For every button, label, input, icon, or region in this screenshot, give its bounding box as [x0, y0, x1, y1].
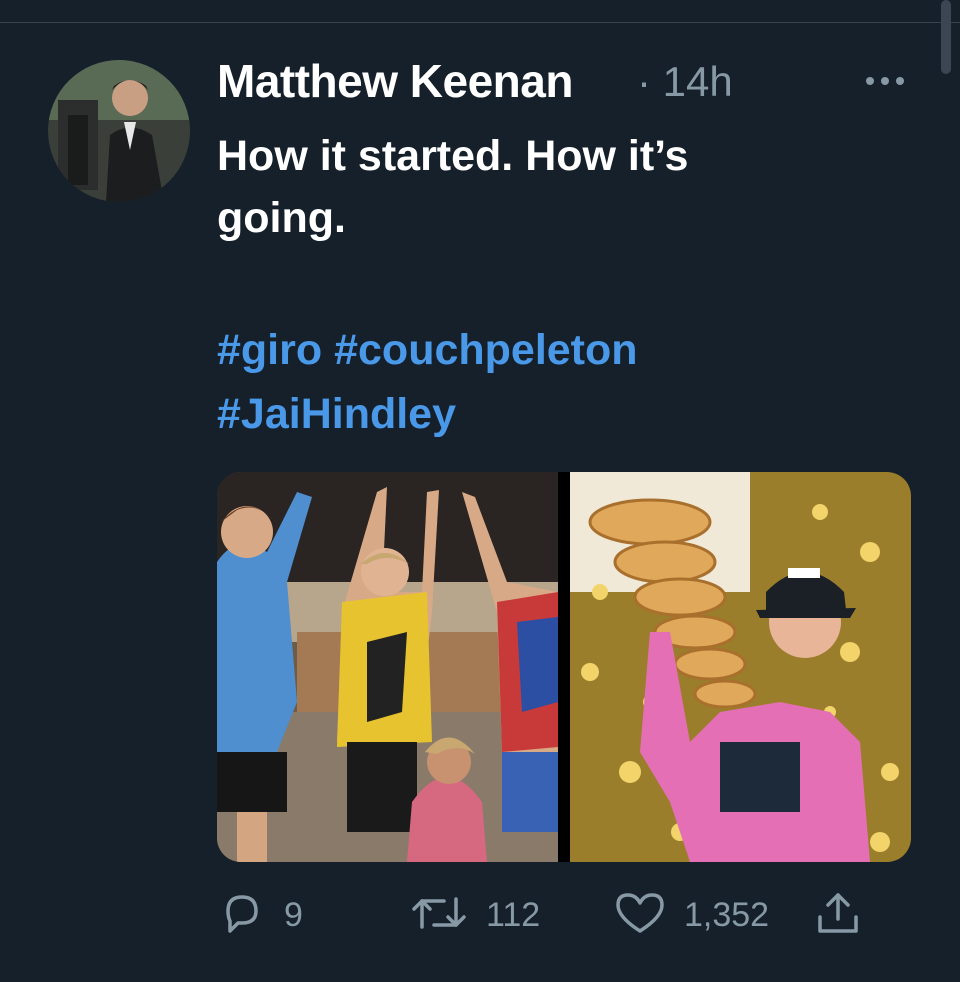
like-count: 1,352	[684, 895, 770, 934]
hashtag-giro[interactable]: #giro	[217, 326, 322, 374]
like-button[interactable]: 1,352	[614, 880, 769, 950]
author-name[interactable]: Matthew Keenan	[217, 54, 573, 108]
tweet-text-line-2: going.	[217, 194, 346, 242]
more-options-icon[interactable]	[860, 66, 910, 96]
avatar[interactable]	[48, 60, 190, 202]
photo-rider-trophy[interactable]	[570, 472, 911, 862]
reply-count: 9	[284, 895, 303, 934]
tweet-text: How it started. How it’s going.	[217, 125, 857, 249]
photo-kids-podium[interactable]	[217, 472, 558, 862]
hashtag-couchpeleton[interactable]: #couchpeleton	[334, 326, 637, 374]
top-divider	[0, 0, 960, 23]
reply-icon	[218, 889, 266, 942]
timestamp[interactable]: 14h	[663, 58, 733, 105]
media-grid	[217, 472, 911, 862]
share-button[interactable]	[814, 880, 862, 950]
reply-button[interactable]: 9	[218, 880, 303, 950]
retweet-icon	[410, 889, 468, 942]
heart-icon	[614, 889, 666, 942]
tweet-actions: 9 112 1,352	[0, 880, 960, 950]
retweet-button[interactable]: 112	[410, 880, 540, 950]
hashtag-jaihindley[interactable]: #JaiHindley	[217, 390, 456, 438]
tweet-text-line-1: How it started. How it’s	[217, 132, 689, 180]
hashtags: #giro #couchpeleton #JaiHindley	[217, 318, 857, 446]
retweet-count: 112	[486, 895, 541, 934]
scrollbar[interactable]	[941, 0, 951, 74]
tweet-meta: · 14h	[637, 58, 733, 106]
meta-separator: ·	[637, 58, 651, 105]
share-icon	[814, 889, 862, 942]
